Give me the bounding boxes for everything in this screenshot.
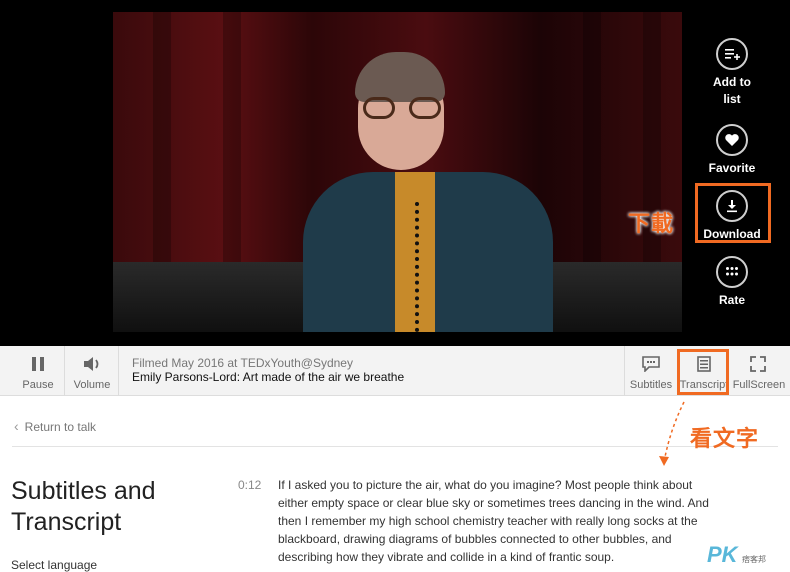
fullscreen-label: FullScreen [732,379,786,391]
control-divider [64,346,65,396]
video-stage: Add to list Favorite Download Rate 下載 [0,0,790,346]
page-title-line1: Subtitles and [11,477,156,505]
add-to-list-button[interactable]: Add to list [697,38,767,108]
speaker-hair [355,52,445,102]
annotation-arrow-icon [659,401,685,466]
pause-label: Pause [22,379,54,391]
transcript-highlight-box [677,349,729,395]
return-to-talk-label: Return to talk [24,420,97,434]
pause-button[interactable]: Pause [12,346,64,396]
subtitles-button[interactable]: Subtitles [624,346,678,396]
favorite-label: Favorite [708,161,756,175]
pause-icon [32,357,44,371]
heart-icon [716,124,748,156]
volume-label: Volume [73,379,111,391]
watermark-logo: PK 痞客邦 [707,542,787,572]
download-highlight-box [695,183,771,243]
talk-title: Emily Parsons-Lord: Art made of the air … [132,370,405,384]
volume-button[interactable]: Volume [66,346,118,396]
speech-bubble-icon [642,356,660,372]
add-to-list-label-line1: Add to [713,75,751,89]
watermark-logo-text: PK [707,542,738,567]
speaker-icon [84,357,99,371]
fullscreen-button[interactable]: FullScreen [730,346,788,396]
download-annotation: 下載 [628,211,675,236]
speaker-figure [303,52,553,332]
control-divider [118,346,119,396]
speaker-cardigan-buttons [415,202,423,332]
subtitles-label: Subtitles [629,379,673,391]
rate-button[interactable]: Rate [697,256,767,309]
rate-label: Rate [718,293,745,307]
favorite-button[interactable]: Favorite [697,124,767,177]
add-to-list-label-line2: list [723,92,741,106]
transcript-paragraph[interactable]: If I asked you to picture the air, what … [278,476,718,566]
watermark-sub-text: 痞客邦 [742,555,767,564]
talk-meta: Filmed May 2016 at TEDxYouth@Sydney Emil… [132,356,404,384]
page-title: Subtitles and Transcript [11,476,156,538]
page-title-line2: Transcript [11,508,122,536]
player-controls: Pause Volume Filmed May 2016 at TEDxYout… [0,346,790,396]
add-to-list-icon [716,38,748,70]
filmed-info: Filmed May 2016 at TEDxYouth@Sydney [132,356,353,370]
transcript-timestamp[interactable]: 0:12 [238,478,261,492]
transcript-annotation: 看文字 [690,426,760,451]
speaker-glasses [363,97,441,119]
select-language-label[interactable]: Select language [11,558,97,572]
expand-icon [750,356,766,372]
grid-dots-icon [716,256,748,288]
chevron-left-icon: ‹ [14,418,19,434]
return-to-talk-link[interactable]: ‹ Return to talk [14,418,96,434]
video-player[interactable] [113,12,682,332]
